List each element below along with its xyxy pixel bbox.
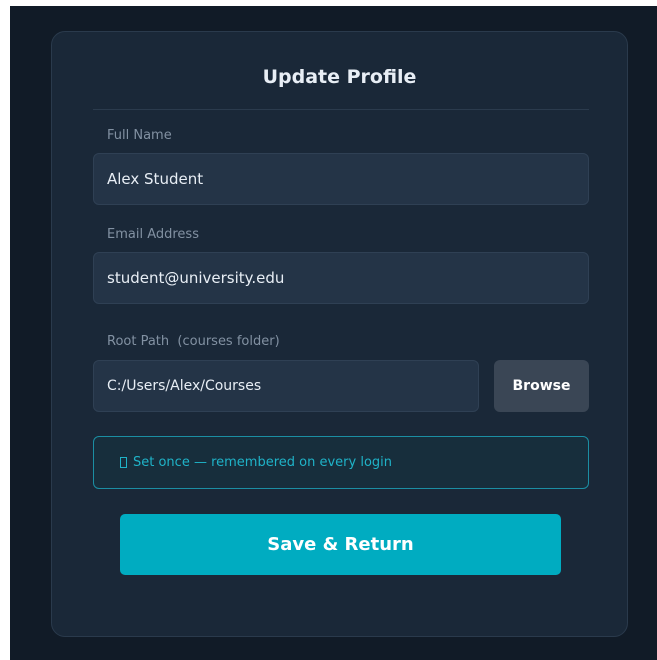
info-icon [120, 457, 127, 468]
browse-button[interactable]: Browse [494, 360, 589, 412]
page-title: Update Profile [262, 66, 417, 88]
root-path-input[interactable]: C:/Users/Alex/Courses [93, 360, 479, 412]
full-name-label: Full Name [107, 128, 172, 143]
hint-text: Set once — remembered on every login [133, 455, 393, 470]
full-name-input[interactable]: Alex Student [93, 153, 589, 205]
root-path-label: Root Path (courses folder) [107, 334, 280, 349]
update-profile-card: Update Profile Full Name Alex Student Em… [51, 31, 628, 637]
save-return-button[interactable]: Save & Return [120, 514, 561, 575]
hint-banner: Set once — remembered on every login [93, 436, 589, 489]
full-name-value: Alex Student [107, 170, 204, 188]
email-input[interactable]: student@university.edu [93, 252, 589, 304]
email-value: student@university.edu [107, 269, 285, 287]
email-label: Email Address [107, 227, 199, 242]
root-path-value: C:/Users/Alex/Courses [107, 378, 262, 394]
title-divider [93, 109, 589, 110]
